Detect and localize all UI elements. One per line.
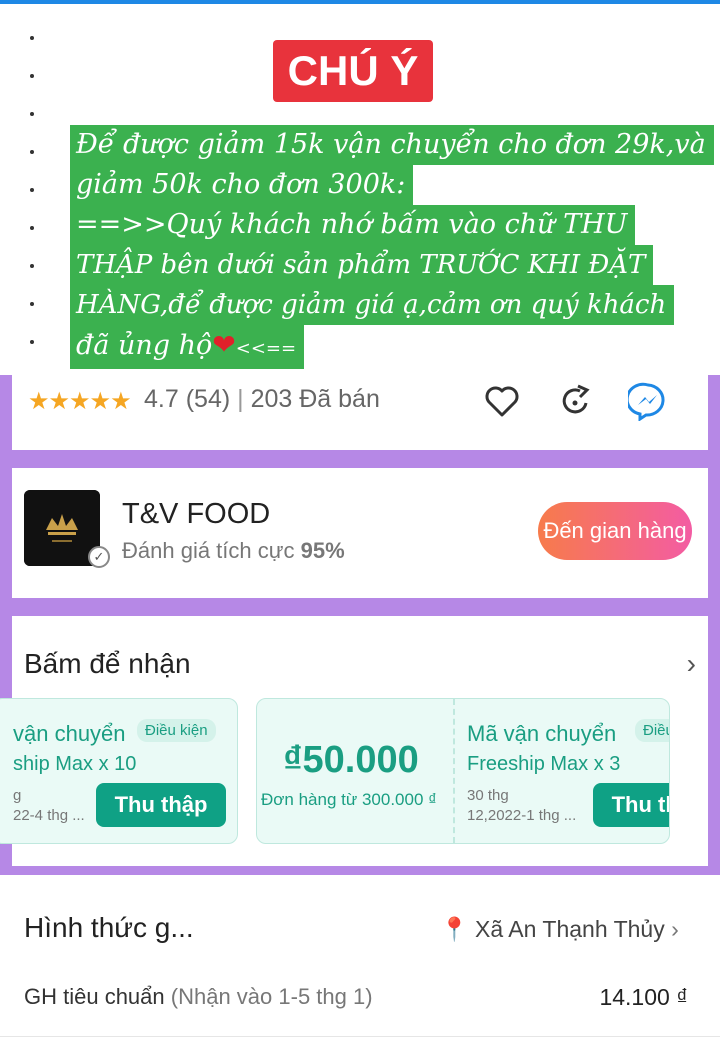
notice-line: Để được giảm 15k vận chuyển cho đơn 29k,… (70, 125, 714, 165)
notice-line: giảm 50k cho đơn 300k: (70, 165, 414, 205)
notice-line: THẬP bên dưới sản phẩm TRƯỚC KHI ĐẶT (70, 245, 654, 285)
voucher-title: vận chuyển (13, 721, 126, 746)
voucher-title: Mã vận chuyển (467, 721, 617, 746)
notice-line: đã ủng hộ (76, 330, 213, 361)
rating-score: 4.7 (144, 385, 179, 413)
voucher-panel: Bấm để nhận › vận chuyển Điều kiện ship … (0, 616, 708, 866)
heart-icon: ❤ (212, 328, 236, 361)
notice-line: ==>>Quý khách nhớ bấm vào chữ THU (70, 205, 636, 245)
shipping-location[interactable]: 📍 Xã An Thạnh Thủy › (440, 916, 679, 943)
messenger-icon[interactable] (625, 381, 668, 422)
rating-summary: 4.7 (54) | 203 Đã bán (144, 385, 380, 414)
chevron-right-icon[interactable]: › (687, 648, 696, 680)
voucher-date: 12,2022-1 thg ... (467, 807, 577, 824)
top-accent-bar (0, 0, 720, 4)
voucher-card: ₫50.000 Đơn hàng từ 300.000 ₫ Mã vận chu… (256, 698, 670, 844)
voucher-date: 30 thg (467, 787, 509, 804)
visit-shop-button[interactable]: Đến gian hàng (538, 502, 692, 560)
location-pin-icon: 📍 (440, 916, 469, 942)
share-icon[interactable] (556, 381, 596, 421)
shipping-eta: (Nhận vào 1-5 thg 1) (170, 984, 373, 1009)
collect-button[interactable]: Thu thập (593, 783, 669, 827)
shipping-title: Hình thức g... (24, 912, 194, 943)
chevron-right-icon: › (671, 916, 679, 942)
notice-line: HÀNG,để được giảm giá ạ,cảm ơn quý khách (70, 285, 675, 325)
notice-text: Để được giảm 15k vận chuyển cho đơn 29k,… (70, 125, 714, 369)
voucher-section-title: Bấm để nhận (24, 648, 191, 679)
divider (0, 1036, 720, 1037)
heart-icon[interactable] (482, 381, 522, 421)
voucher-date: 22-4 thg ... (13, 807, 85, 824)
voucher-subtitle: ship Max x 10 (13, 753, 137, 775)
shipping-method: GH tiêu chuẩn (24, 984, 165, 1009)
voucher-condition[interactable]: Điều kiện (137, 719, 216, 742)
sold-count: 203 Đã bán (250, 385, 380, 413)
notice-line-last: đã ủng hộ❤<<== (70, 325, 305, 369)
shop-rating: Đánh giá tích cực 95% (122, 538, 345, 564)
voucher-card: vận chuyển Điều kiện ship Max x 10 g 22-… (0, 698, 238, 844)
rating-panel: ★★★★★ 4.7 (54) | 203 Đã bán (12, 375, 708, 450)
rating-divider: | (237, 385, 244, 413)
collect-button[interactable]: Thu thập (96, 783, 226, 827)
shipping-price: 14.100 ₫ (599, 984, 688, 1010)
voucher-subtitle: Freeship Max x 3 (467, 753, 621, 775)
voucher-condition[interactable]: Điều kiệ (635, 719, 669, 742)
shop-rating-value: 95% (300, 538, 345, 563)
rating-stars: ★★★★★ (28, 388, 132, 415)
bullet-dots (30, 36, 34, 378)
shipping-location-text: Xã An Thạnh Thủy (475, 916, 665, 942)
voucher-divider (453, 699, 455, 843)
voucher-subtitle: Đơn hàng từ 300.000 ₫ (261, 790, 437, 809)
verified-icon: ✓ (88, 546, 110, 568)
voucher-date: g (13, 787, 22, 804)
shop-rating-label: Đánh giá tích cực (122, 538, 295, 563)
notice-title: CHÚ Ý (273, 40, 433, 102)
rating-count: (54) (185, 385, 231, 413)
notice-tail: <<== (235, 338, 297, 359)
shop-panel: ✓ T&V FOOD Đánh giá tích cực 95% Đến gia… (12, 468, 708, 598)
voucher-amount: ₫50.000 (283, 739, 419, 781)
shop-name[interactable]: T&V FOOD (122, 498, 270, 531)
shipping-standard: GH tiêu chuẩn (Nhận vào 1-5 thg 1) (24, 984, 373, 1010)
